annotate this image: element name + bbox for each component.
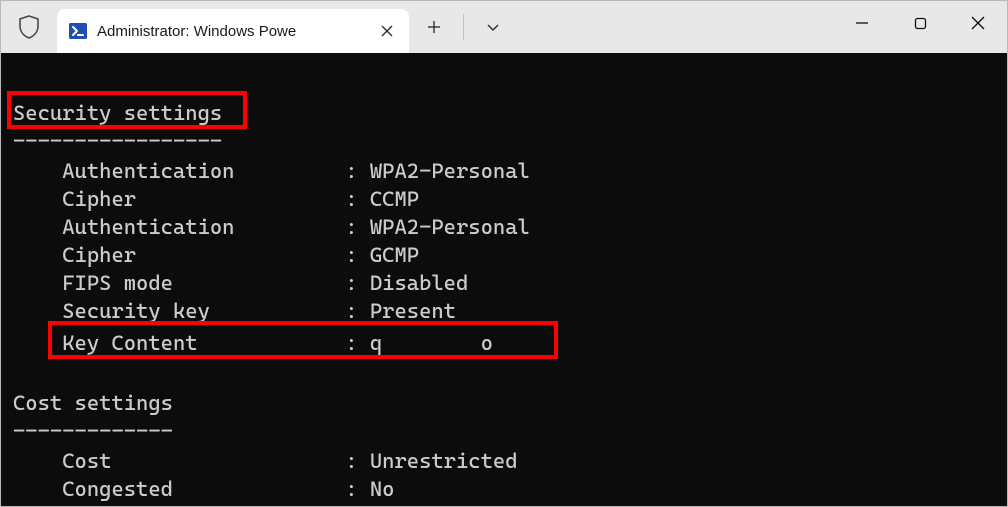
separator xyxy=(463,14,464,40)
tab-close-button[interactable] xyxy=(377,21,397,41)
field-value: WPA2-Personal xyxy=(370,215,530,239)
field-value: Unrestricted xyxy=(370,449,518,473)
titlebar: Administrator: Windows Powe xyxy=(1,1,1007,53)
terminal-line: Authentication : WPA2-Personal xyxy=(13,157,530,185)
shield-icon xyxy=(18,15,40,39)
tab-title: Administrator: Windows Powe xyxy=(97,23,367,40)
terminal-line: Congested : No xyxy=(13,475,394,503)
field-value: WPA2-Personal xyxy=(370,159,530,183)
tab-powershell[interactable]: Administrator: Windows Powe xyxy=(57,9,409,53)
field-label: FIPS mode xyxy=(13,271,345,295)
field-label: Authentication xyxy=(13,159,345,183)
field-sep: : xyxy=(345,449,370,473)
field-label: Cipher xyxy=(13,243,345,267)
terminal-line: Authentication : WPA2-Personal xyxy=(13,213,530,241)
terminal-pane[interactable]: Security settings ----------------- Auth… xyxy=(1,53,1007,506)
section-heading-security: Security settings xyxy=(13,99,222,127)
terminal-line: Security key : Present xyxy=(13,297,456,325)
field-label: Key Content xyxy=(13,331,345,355)
minimize-button[interactable] xyxy=(833,1,891,45)
close-icon xyxy=(971,16,985,30)
window-close-button[interactable] xyxy=(949,1,1007,45)
field-sep: : xyxy=(345,299,370,323)
field-value: Disabled xyxy=(370,271,468,295)
field-label: Congested xyxy=(13,477,345,501)
field-sep: : xyxy=(345,187,370,211)
field-sep: : xyxy=(345,477,370,501)
field-value: Present xyxy=(370,299,456,323)
new-tab-button[interactable] xyxy=(409,7,459,47)
terminal-line: Cipher : GCMP xyxy=(13,241,419,269)
section-heading-cost: Cost settings xyxy=(13,389,173,417)
field-sep: : xyxy=(345,243,370,267)
maximize-icon xyxy=(914,17,927,30)
window-controls xyxy=(833,1,1007,45)
field-value: q o xyxy=(370,331,493,355)
powershell-icon xyxy=(69,22,87,40)
terminal-line: Cipher : CCMP xyxy=(13,185,419,213)
field-label: Cipher xyxy=(13,187,345,211)
field-sep: : xyxy=(345,159,370,183)
field-label: Authentication xyxy=(13,215,345,239)
field-value: CCMP xyxy=(370,187,419,211)
field-sep: : xyxy=(345,331,370,355)
app-shield-icon-area xyxy=(1,1,57,53)
field-label: Security key xyxy=(13,299,345,323)
minimize-icon xyxy=(855,16,869,30)
terminal-line: Cost : Unrestricted xyxy=(13,447,518,475)
tab-dropdown-button[interactable] xyxy=(468,7,518,47)
tab-strip-controls xyxy=(409,1,518,53)
plus-icon xyxy=(427,20,441,34)
maximize-button[interactable] xyxy=(891,1,949,45)
section-rule: ------------- xyxy=(13,417,173,445)
section-rule: ----------------- xyxy=(13,127,222,155)
close-icon xyxy=(381,25,393,37)
terminal-line: FIPS mode : Disabled xyxy=(13,269,468,297)
field-value: GCMP xyxy=(370,243,419,267)
field-sep: : xyxy=(345,271,370,295)
field-value: No xyxy=(370,477,395,501)
terminal-line-key-content: Key Content : q o xyxy=(13,329,493,357)
field-label: Cost xyxy=(13,449,345,473)
field-sep: : xyxy=(345,215,370,239)
chevron-down-icon xyxy=(486,20,500,34)
